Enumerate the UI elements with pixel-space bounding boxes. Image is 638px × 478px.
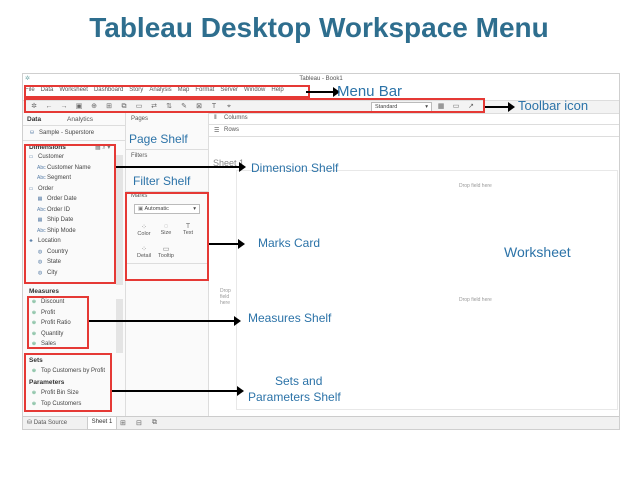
marks-card-callout: Marks Card <box>258 236 321 250</box>
window-title: Tableau - Book1 <box>299 76 343 82</box>
toolbar-icon-callout: Toolbar icon <box>518 98 589 113</box>
sheet-tab-bar: ⛁ Data Source Sheet 1 ⊞ ⊟ ⧉ <box>23 416 619 430</box>
sheet1-tab[interactable]: Sheet 1 <box>87 417 117 430</box>
toolbar-arrow <box>485 102 515 112</box>
tab-analytics[interactable]: Analytics <box>67 116 93 123</box>
measures-highlight <box>27 296 89 349</box>
data-source-tab-label: Data Source <box>33 420 68 426</box>
new-story-icon[interactable]: ⧉ <box>152 419 157 427</box>
menu-bar-highlight <box>24 85 310 98</box>
pages-shelf-label: Pages <box>131 116 149 122</box>
slide-title: Tableau Desktop Workspace Menu <box>89 12 549 43</box>
measures-shelf-callout: Measures Shelf <box>248 311 332 325</box>
dimension-shelf-callout: Dimension Shelf <box>251 161 339 175</box>
sets-parameters-arrow <box>112 386 244 396</box>
database-icon: ⛁ <box>27 420 34 426</box>
divider <box>23 125 125 126</box>
divider <box>126 149 208 150</box>
menu-bar-callout: Menu Bar <box>337 83 403 100</box>
data-source-label: Sample - Superstore <box>39 130 95 136</box>
columns-shelf-label: Columns <box>224 115 248 121</box>
rows-shelf[interactable]: ☰ Rows <box>209 125 619 137</box>
marks-card-arrow <box>209 239 245 249</box>
measures-shelf-arrow <box>89 316 241 326</box>
drop-hint-middle: Drop field here <box>459 297 492 303</box>
tableau-logo-icon: ✲ <box>25 76 31 82</box>
divider <box>23 140 125 141</box>
filter-shelf-callout: Filter Shelf <box>133 174 191 188</box>
new-worksheet-icon[interactable]: ⊞ <box>120 419 126 427</box>
filters-shelf-label: Filters <box>131 153 148 159</box>
rows-shelf-label: Rows <box>224 127 240 133</box>
sets-parameters-callout-line2: Parameters Shelf <box>248 390 341 404</box>
dimensions-scrollbar[interactable] <box>116 155 123 285</box>
page-shelf-callout: Page Shelf <box>129 132 188 146</box>
menu-bar-arrow <box>306 87 340 97</box>
columns-icon: ⦀ <box>214 115 217 121</box>
drop-hint-top: Drop field here <box>459 183 492 189</box>
new-dashboard-icon[interactable]: ⊟ <box>136 419 142 427</box>
sets-parameters-callout-line1: Sets and <box>275 374 323 388</box>
rows-icon: ☰ <box>214 128 220 134</box>
measures-scrollbar[interactable] <box>116 299 123 353</box>
dimension-shelf-arrow <box>116 162 246 172</box>
data-source-tab[interactable]: ⛁ Data Source <box>27 419 67 426</box>
toolbar-highlight <box>24 98 485 113</box>
data-source-item[interactable]: ⛁ Sample - Superstore <box>29 130 94 136</box>
columns-shelf[interactable]: ⦀ Columns <box>209 113 619 125</box>
drop-hint-left: Drop field here <box>220 288 231 306</box>
measures-header: Measures <box>29 288 59 295</box>
worksheet-callout: Worksheet <box>504 244 571 260</box>
dimensions-highlight <box>24 144 116 284</box>
tab-data[interactable]: Data <box>27 116 41 123</box>
sets-parameters-highlight <box>24 353 112 412</box>
marks-card-highlight <box>125 192 209 281</box>
database-icon: ⛁ <box>29 130 35 136</box>
